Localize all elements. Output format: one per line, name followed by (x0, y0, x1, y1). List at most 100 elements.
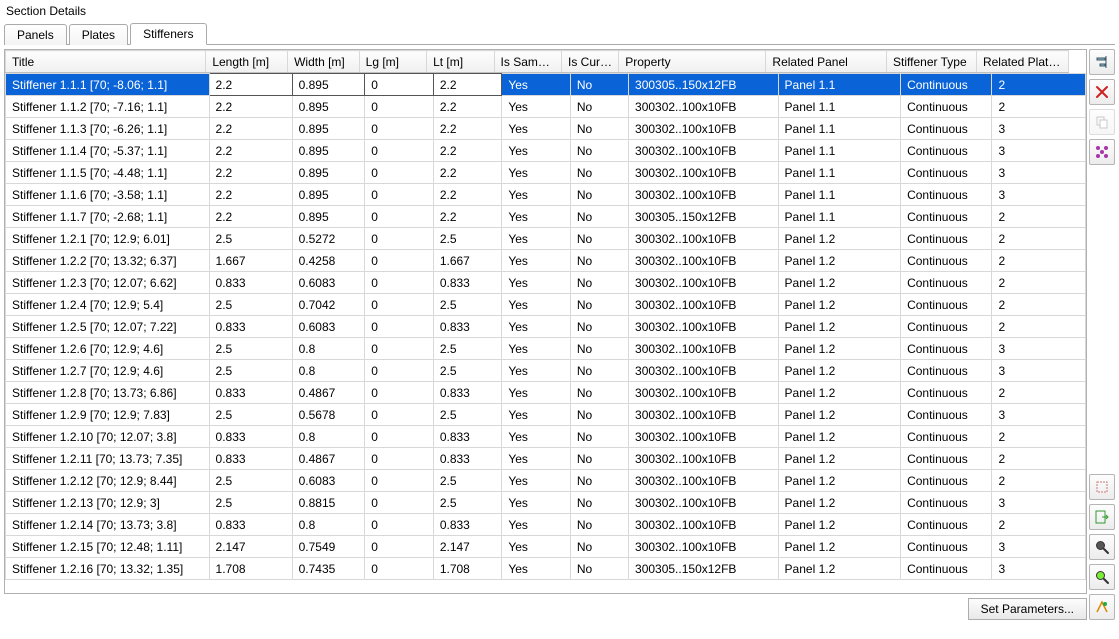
col-stype[interactable]: Stiffener Type (887, 51, 977, 73)
cell-title[interactable]: Stiffener 1.1.7 [70; -2.68; 1.1] (6, 206, 210, 228)
cell-curved[interactable]: No (570, 338, 628, 360)
cell-sy[interactable]: Yes (502, 184, 571, 206)
cell-rpc[interactable]: 2 (992, 250, 1086, 272)
cell-title[interactable]: Stiffener 1.1.1 [70; -8.06; 1.1] (6, 74, 210, 96)
cell-stype[interactable]: Continuous (901, 426, 992, 448)
cell-curved[interactable]: No (570, 250, 628, 272)
cell-stype[interactable]: Continuous (901, 250, 992, 272)
table-row[interactable]: Stiffener 1.2.13 [70; 12.9; 3]2.50.88150… (6, 492, 1086, 514)
cell-title[interactable]: Stiffener 1.2.4 [70; 12.9; 5.4] (6, 294, 210, 316)
cell-panel[interactable]: Panel 1.2 (778, 294, 901, 316)
cell-rpc[interactable]: 3 (992, 338, 1086, 360)
cell-curved[interactable]: No (570, 382, 628, 404)
cell-sy[interactable]: Yes (502, 536, 571, 558)
cell-length[interactable]: 0.833 (209, 272, 292, 294)
cell-lg[interactable]: 0 (365, 184, 434, 206)
cell-title[interactable]: Stiffener 1.2.6 [70; 12.9; 4.6] (6, 338, 210, 360)
cell-rpc[interactable]: 3 (992, 558, 1086, 580)
table-row[interactable]: Stiffener 1.2.5 [70; 12.07; 7.22]0.8330.… (6, 316, 1086, 338)
cell-sy[interactable]: Yes (502, 316, 571, 338)
col-property[interactable]: Property (619, 51, 766, 73)
properties-button[interactable] (1089, 139, 1115, 165)
table-row[interactable]: Stiffener 1.2.15 [70; 12.48; 1.11]2.1470… (6, 536, 1086, 558)
cell-panel[interactable]: Panel 1.2 (778, 272, 901, 294)
cell-panel[interactable]: Panel 1.2 (778, 338, 901, 360)
table-row[interactable]: Stiffener 1.2.9 [70; 12.9; 7.83]2.50.567… (6, 404, 1086, 426)
cell-panel[interactable]: Panel 1.2 (778, 382, 901, 404)
cell-lt[interactable]: 2.2 (433, 118, 502, 140)
cell-curved[interactable]: No (570, 96, 628, 118)
cell-sy[interactable]: Yes (502, 448, 571, 470)
cell-width[interactable]: 0.4258 (292, 250, 365, 272)
cell-lg[interactable]: 0 (365, 470, 434, 492)
cell-sy[interactable]: Yes (502, 470, 571, 492)
cell-lt[interactable]: 0.833 (433, 426, 502, 448)
cell-length[interactable]: 2.2 (209, 118, 292, 140)
cell-lt[interactable]: 2.5 (433, 294, 502, 316)
cell-panel[interactable]: Panel 1.1 (778, 162, 901, 184)
cell-lt[interactable]: 2.2 (433, 96, 502, 118)
cell-rpc[interactable]: 3 (992, 118, 1086, 140)
cell-width[interactable]: 0.7042 (292, 294, 365, 316)
cell-sy[interactable]: Yes (502, 74, 571, 96)
cell-lg[interactable]: 0 (365, 404, 434, 426)
cell-lt[interactable]: 0.833 (433, 448, 502, 470)
cell-stype[interactable]: Continuous (901, 272, 992, 294)
col-rpc[interactable]: Related Plates Count (976, 51, 1068, 73)
table-row[interactable]: Stiffener 1.1.4 [70; -5.37; 1.1]2.20.895… (6, 140, 1086, 162)
cell-length[interactable]: 2.2 (209, 184, 292, 206)
cell-length[interactable]: 2.5 (209, 228, 292, 250)
cell-lt[interactable]: 2.147 (433, 536, 502, 558)
cell-curved[interactable]: No (570, 74, 628, 96)
cell-stype[interactable]: Continuous (901, 514, 992, 536)
cell-width[interactable]: 0.8 (292, 338, 365, 360)
cell-sy[interactable]: Yes (502, 96, 571, 118)
cell-title[interactable]: Stiffener 1.1.5 [70; -4.48; 1.1] (6, 162, 210, 184)
table-row[interactable]: Stiffener 1.2.12 [70; 12.9; 8.44]2.50.60… (6, 470, 1086, 492)
table-row[interactable]: Stiffener 1.2.11 [70; 13.73; 7.35]0.8330… (6, 448, 1086, 470)
cell-curved[interactable]: No (570, 536, 628, 558)
cell-lg[interactable]: 0 (365, 536, 434, 558)
cell-panel[interactable]: Panel 1.2 (778, 492, 901, 514)
cell-panel[interactable]: Panel 1.2 (778, 514, 901, 536)
cell-width[interactable]: 0.4867 (292, 382, 365, 404)
cell-rpc[interactable]: 2 (992, 272, 1086, 294)
cell-lt[interactable]: 2.2 (433, 184, 502, 206)
cell-title[interactable]: Stiffener 1.1.4 [70; -5.37; 1.1] (6, 140, 210, 162)
cell-stype[interactable]: Continuous (901, 140, 992, 162)
cell-stype[interactable]: Continuous (901, 206, 992, 228)
cell-width[interactable]: 0.8 (292, 514, 365, 536)
cell-length[interactable]: 2.5 (209, 404, 292, 426)
cell-width[interactable]: 0.8 (292, 360, 365, 382)
cell-property[interactable]: 300302..100x10FB (629, 536, 779, 558)
cell-stype[interactable]: Continuous (901, 492, 992, 514)
cell-length[interactable]: 2.147 (209, 536, 292, 558)
cell-width[interactable]: 0.6083 (292, 470, 365, 492)
cell-curved[interactable]: No (570, 448, 628, 470)
cell-curved[interactable]: No (570, 316, 628, 338)
cell-panel[interactable]: Panel 1.2 (778, 448, 901, 470)
cell-width[interactable]: 0.895 (292, 74, 365, 96)
cell-curved[interactable]: No (570, 426, 628, 448)
cell-curved[interactable]: No (570, 228, 628, 250)
cell-length[interactable]: 2.2 (209, 140, 292, 162)
cell-width[interactable]: 0.4867 (292, 448, 365, 470)
cell-lt[interactable]: 0.833 (433, 272, 502, 294)
cell-stype[interactable]: Continuous (901, 536, 992, 558)
cell-width[interactable]: 0.895 (292, 118, 365, 140)
cell-property[interactable]: 300302..100x10FB (629, 294, 779, 316)
cell-length[interactable]: 2.2 (209, 74, 292, 96)
stiffeners-grid[interactable]: Title Length [m] Width [m] Lg [m] Lt [m]… (4, 49, 1087, 594)
cell-width[interactable]: 0.895 (292, 162, 365, 184)
tab-panels[interactable]: Panels (4, 24, 67, 45)
cell-title[interactable]: Stiffener 1.2.2 [70; 13.32; 6.37] (6, 250, 210, 272)
table-row[interactable]: Stiffener 1.2.14 [70; 13.73; 3.8]0.8330.… (6, 514, 1086, 536)
cell-curved[interactable]: No (570, 360, 628, 382)
cell-title[interactable]: Stiffener 1.1.3 [70; -6.26; 1.1] (6, 118, 210, 140)
cell-panel[interactable]: Panel 1.1 (778, 118, 901, 140)
cell-lg[interactable]: 0 (365, 426, 434, 448)
col-width[interactable]: Width [m] (288, 51, 360, 73)
cell-property[interactable]: 300305..150x12FB (629, 74, 779, 96)
cell-length[interactable]: 2.5 (209, 492, 292, 514)
cell-stype[interactable]: Continuous (901, 316, 992, 338)
